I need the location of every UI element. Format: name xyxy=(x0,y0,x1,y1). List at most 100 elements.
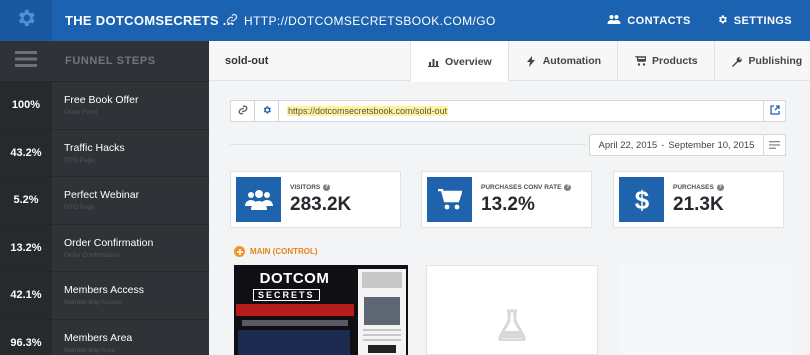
url-settings-button[interactable] xyxy=(255,101,279,121)
users-icon xyxy=(236,177,281,222)
top-bar: THE DOTCOMSECRETS ... HTTP://DOTCOMSECRE… xyxy=(0,0,810,41)
stat-card-conv-rate: PURCHASES CONV RATE ? 13.2% xyxy=(421,171,592,228)
help-icon[interactable]: ? xyxy=(564,183,572,191)
contacts-link[interactable]: CONTACTS xyxy=(607,14,691,28)
copy-link-button[interactable] xyxy=(231,101,255,121)
step-name: Free Book Offer xyxy=(64,94,139,107)
bar-chart-icon xyxy=(427,56,439,68)
list-icon xyxy=(769,136,780,154)
settings-link[interactable]: SETTINGS xyxy=(717,14,792,28)
hamburger-icon xyxy=(15,50,37,72)
preview-subtitle: SECRETS xyxy=(253,289,320,301)
gear-icon xyxy=(717,14,728,28)
stat-card-visitors: VISITORS ? 283.2K xyxy=(230,171,401,228)
divider xyxy=(230,144,586,145)
page-preview-thumbnail[interactable]: DOTCOM SECRETS xyxy=(234,265,408,355)
stat-card-purchases: $ PURCHASES ? 21.3K xyxy=(613,171,784,228)
step-name: Members Access xyxy=(64,284,144,297)
stat-value: 21.3K xyxy=(673,193,724,215)
tab-overview[interactable]: Overview xyxy=(410,41,508,82)
menu-toggle-button[interactable] xyxy=(0,41,52,81)
help-icon[interactable]: ? xyxy=(716,183,724,191)
variant-badge-icon xyxy=(234,246,245,257)
preview-photo xyxy=(364,297,400,325)
step-percentage: 5.2% xyxy=(0,177,52,224)
step-percentage: 100% xyxy=(0,82,52,129)
date-start: April 22, 2015 xyxy=(598,139,658,151)
app-menu-button[interactable] xyxy=(0,0,52,41)
cart-icon xyxy=(427,177,472,222)
step-name: Traffic Hacks xyxy=(64,141,125,154)
sidebar-item-order-confirmation[interactable]: 13.2% Order Confirmation Order Confirmat… xyxy=(0,223,209,271)
app-window: THE DOTCOMSECRETS ... HTTP://DOTCOMSECRE… xyxy=(0,0,810,355)
preview-image xyxy=(238,330,350,355)
help-icon[interactable]: ? xyxy=(323,183,331,191)
stat-label: PURCHASES xyxy=(673,183,714,191)
step-percentage: 13.2% xyxy=(0,224,52,271)
sidebar-item-free-book-offer[interactable]: 100% Free Book Offer Order Form xyxy=(0,81,209,129)
link-icon xyxy=(226,13,238,28)
page-url-text[interactable]: https://dotcomsecretsbook.com/sold-out xyxy=(287,106,449,116)
contacts-label: CONTACTS xyxy=(627,14,691,27)
wrench-icon xyxy=(731,55,743,67)
top-nav: CONTACTS SETTINGS xyxy=(607,0,792,41)
tab-label: Publishing xyxy=(748,55,803,67)
date-options-button[interactable] xyxy=(764,134,786,156)
sidebar-header: FUNNEL STEPS xyxy=(0,41,209,81)
step-name: Order Confirmation xyxy=(64,236,154,249)
date-end: September 10, 2015 xyxy=(668,139,755,151)
sidebar-item-members-area[interactable]: 96.3% Members Area Membership Area xyxy=(0,318,209,355)
step-type: Membership Area xyxy=(64,346,115,354)
sidebar-item-members-access[interactable]: 42.1% Members Access Membership Access xyxy=(0,271,209,319)
sidebar-item-traffic-hacks[interactable]: 43.2% Traffic Hacks OTO Page xyxy=(0,128,209,176)
date-separator: - xyxy=(661,139,665,151)
settings-label: SETTINGS xyxy=(733,14,792,27)
page-url-bar: https://dotcomsecretsbook.com/sold-out xyxy=(230,100,786,122)
stat-value: 13.2% xyxy=(481,193,535,215)
page-header: sold-out Overview Automation Products Pu… xyxy=(209,41,810,82)
dollar-icon: $ xyxy=(619,177,664,222)
step-type: OTO Page xyxy=(64,204,95,212)
preview-sidebar xyxy=(358,269,406,355)
variant-label[interactable]: MAIN (CONTROL) xyxy=(234,246,318,257)
tab-publishing[interactable]: Publishing xyxy=(713,41,810,81)
preview-banner xyxy=(236,304,354,316)
stat-label: PURCHASES CONV RATE xyxy=(481,183,562,191)
funnel-steps-sidebar: FUNNEL STEPS 100% Free Book Offer Order … xyxy=(0,41,209,355)
variant-name: MAIN (CONTROL) xyxy=(250,247,318,256)
empty-slot xyxy=(620,265,792,355)
users-icon xyxy=(607,14,621,28)
bolt-icon xyxy=(525,55,537,67)
step-name: Members Area xyxy=(64,331,133,344)
amazon-badge xyxy=(368,345,396,353)
svg-text:$: $ xyxy=(634,187,649,213)
sidebar-item-perfect-webinar[interactable]: 5.2% Perfect Webinar OTO Page xyxy=(0,176,209,224)
tab-label: Products xyxy=(652,55,698,67)
tab-automation[interactable]: Automation xyxy=(507,41,617,81)
add-variation-placeholder[interactable] xyxy=(426,265,598,355)
stat-value: 283.2K xyxy=(290,193,352,215)
site-url-link[interactable]: HTTP://DOTCOMSECRETSBOOK.COM/GO xyxy=(226,0,496,41)
site-url-text: HTTP://DOTCOMSECRETSBOOK.COM/GO xyxy=(244,13,496,28)
tab-bar: Overview Automation Products Publishing xyxy=(410,41,810,82)
step-type: Membership Access xyxy=(64,299,123,307)
preview-text-block xyxy=(242,320,348,326)
main-content: sold-out Overview Automation Products Pu… xyxy=(209,41,810,355)
funnel-name[interactable]: THE DOTCOMSECRETS ... xyxy=(65,0,235,41)
tab-products[interactable]: Products xyxy=(617,41,714,81)
stat-label: VISITORS xyxy=(290,183,321,191)
tab-label: Automation xyxy=(542,55,602,67)
step-type: OTO Page xyxy=(64,156,95,164)
tab-label: Overview xyxy=(445,55,492,68)
date-range-picker[interactable]: April 22, 2015 - September 10, 2015 xyxy=(589,134,764,156)
step-percentage: 42.1% xyxy=(0,272,52,319)
gear-icon xyxy=(262,102,272,120)
sidebar-title: FUNNEL STEPS xyxy=(65,55,156,67)
step-name: Perfect Webinar xyxy=(64,189,140,202)
page-title: sold-out xyxy=(225,55,269,67)
step-percentage: 43.2% xyxy=(0,129,52,176)
preview-title: DOTCOM xyxy=(259,270,330,287)
gear-icon xyxy=(15,7,37,34)
open-page-button[interactable] xyxy=(763,101,785,121)
step-percentage: 96.3% xyxy=(0,319,52,355)
